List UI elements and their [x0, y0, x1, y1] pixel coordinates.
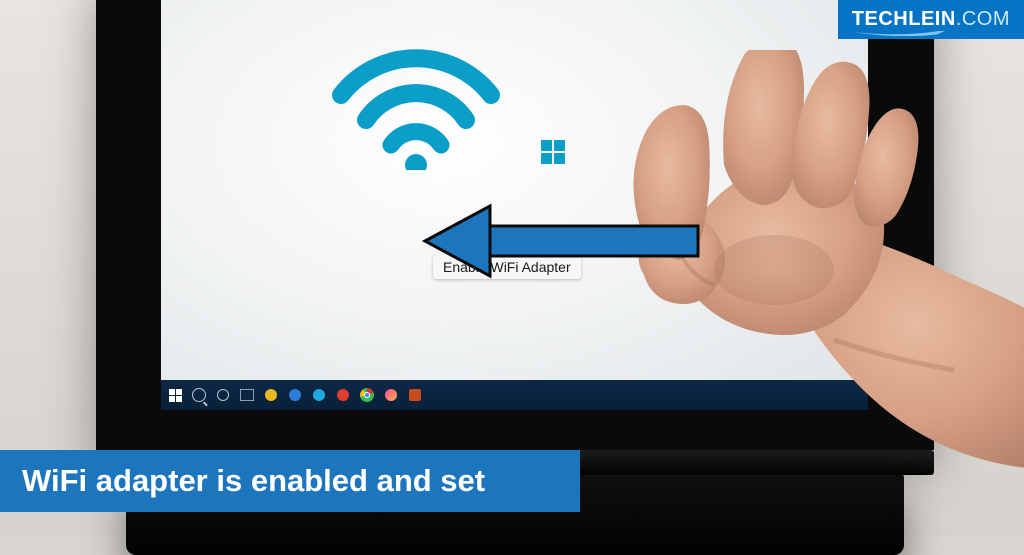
wifi-icon — [331, 40, 501, 175]
app-icon[interactable] — [311, 387, 327, 403]
app-icon[interactable] — [263, 387, 279, 403]
cortana-icon[interactable] — [215, 387, 231, 403]
app-icon[interactable] — [287, 387, 303, 403]
app-icon[interactable] — [407, 387, 423, 403]
chrome-icon[interactable] — [359, 387, 375, 403]
start-button-icon[interactable] — [167, 387, 183, 403]
brand-name-thin: .COM — [956, 8, 1010, 30]
task-view-icon[interactable] — [239, 387, 255, 403]
brand-name-bold: TECHLEIN — [852, 8, 956, 30]
caption-bar: WiFi adapter is enabled and set — [0, 450, 580, 512]
brand-logo: TECHLEIN.COM — [838, 0, 1024, 39]
search-icon[interactable] — [191, 387, 207, 403]
app-icon[interactable] — [383, 387, 399, 403]
blue-arrow-icon — [420, 196, 710, 291]
app-icon[interactable] — [335, 387, 351, 403]
logo-swoosh-icon — [851, 28, 947, 36]
